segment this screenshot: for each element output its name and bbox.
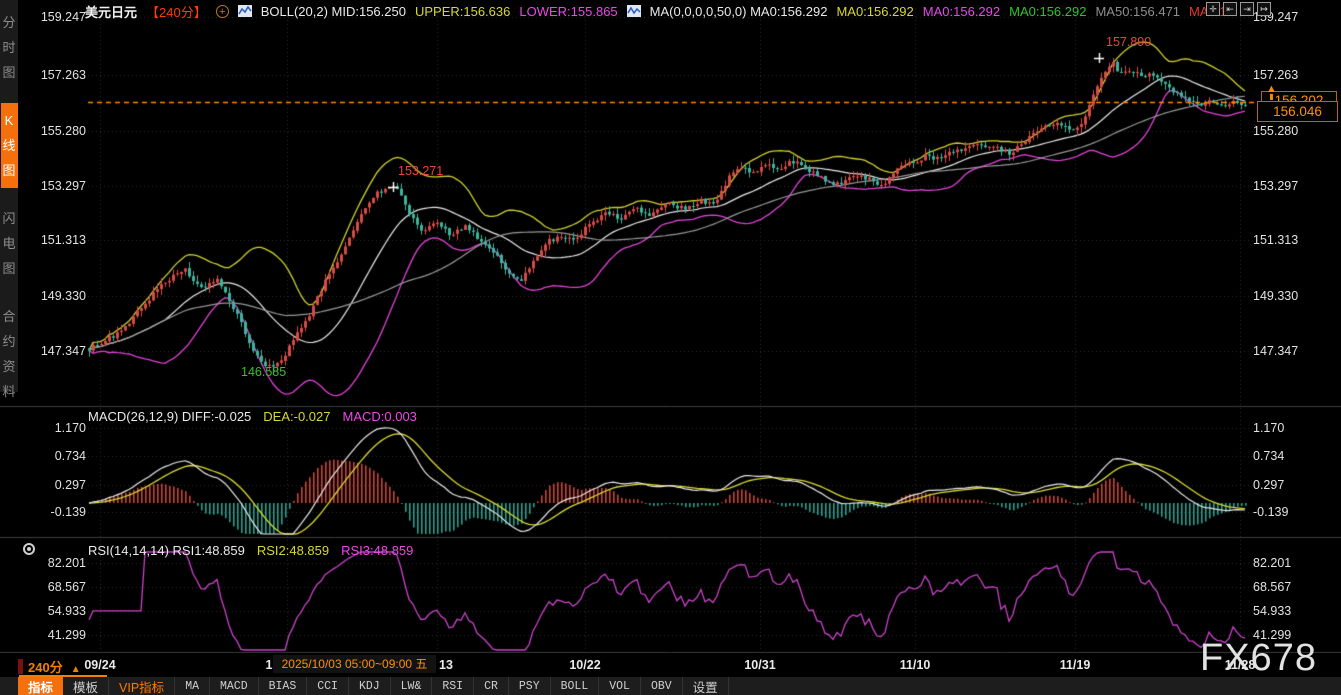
rsi-axis-label-right: 68.567 bbox=[1253, 580, 1291, 594]
ma-yellow-value: MA0:156.292 bbox=[836, 4, 913, 19]
rsi-axis-label-right: 54.933 bbox=[1253, 604, 1291, 618]
price-annotation: 157.890 bbox=[1106, 35, 1151, 49]
ma-white-value: MA(0,0,0,0,50,0) MA0:156.292 bbox=[650, 4, 828, 19]
price-axis-label-left: 159.247 bbox=[28, 10, 86, 24]
time-axis-label: 10/31 bbox=[744, 658, 775, 672]
rsi-axis-label-left: 82.201 bbox=[28, 556, 86, 570]
timeframe-marker bbox=[18, 659, 23, 674]
time-axis: 240分▲ 09/2411310/2210/3111/1011/1911/28 … bbox=[0, 653, 1341, 677]
price-annotation: 153.271 bbox=[398, 164, 443, 178]
time-axis-label: 10/22 bbox=[569, 658, 600, 672]
macd-dea-value: DEA:-0.027 bbox=[263, 409, 330, 424]
toolbar-item-boll[interactable]: BOLL bbox=[551, 677, 600, 695]
macd-axis-label-right: 0.734 bbox=[1253, 449, 1284, 463]
price-axis-label-right: 157.263 bbox=[1253, 68, 1298, 82]
boll-indicator-icon bbox=[238, 5, 252, 17]
chevron-up-icon: ▲ bbox=[71, 664, 81, 675]
sidebar-item-flash-chart[interactable]: 闪电图 bbox=[1, 201, 18, 286]
price-axis-label-right: 149.330 bbox=[1253, 289, 1298, 303]
rsi-axis-label-left: 41.299 bbox=[28, 628, 86, 642]
macd-axis-label-left: 0.297 bbox=[28, 478, 86, 492]
ma-green-value: MA0:156.292 bbox=[1009, 4, 1086, 19]
toolbar-item-kdj[interactable]: KDJ bbox=[349, 677, 391, 695]
sidebar-item-time-chart[interactable]: 分时图 bbox=[1, 5, 18, 90]
toolbar-item-macd[interactable]: MACD bbox=[210, 677, 259, 695]
rsi-axis-label-left: 68.567 bbox=[28, 580, 86, 594]
macd-macd-value: MACD:0.003 bbox=[342, 409, 416, 424]
timeframe-selector[interactable]: 240分▲ bbox=[28, 657, 81, 676]
add-indicator-icon[interactable]: + bbox=[216, 5, 229, 18]
jump-to-latest-icon[interactable]: ↦ bbox=[1257, 2, 1271, 16]
indicator-toolbar: 指标模板VIP指标MAMACDBIASCCIKDJLW&RSICRPSYBOLL… bbox=[0, 677, 1341, 695]
zoom-out-axis-icon[interactable]: ⇤ bbox=[1223, 2, 1237, 16]
toolbar-item-psy[interactable]: PSY bbox=[509, 677, 551, 695]
sidebar-item-kline-chart[interactable]: K线图 bbox=[1, 103, 18, 188]
toolbar-item-obv[interactable]: OBV bbox=[641, 677, 683, 695]
macd-axis-label-right: -0.139 bbox=[1253, 505, 1288, 519]
indicator-settings-icon[interactable] bbox=[23, 543, 35, 555]
boll-lower-value: LOWER:155.865 bbox=[519, 4, 617, 19]
chart-header: 美元日元 【240分】 + BOLL(20,2) MID:156.250 UPP… bbox=[85, 2, 1227, 20]
toolbar-item-vol[interactable]: VOL bbox=[599, 677, 641, 695]
rsi1-value: RSI(14,14,14) RSI1:48.859 bbox=[88, 543, 245, 558]
price-up-arrow-icon: ▲▮ bbox=[1266, 84, 1277, 99]
macd-panel-header: MACD(26,12,9) DIFF:-0.025 DEA:-0.027 MAC… bbox=[88, 409, 417, 424]
toolbar-item-bias[interactable]: BIAS bbox=[259, 677, 308, 695]
toolbar-item-ma[interactable]: MA bbox=[175, 677, 210, 695]
toolbar-item-vip-indicators[interactable]: VIP指标 bbox=[109, 677, 175, 695]
window-controls: ✛⇤⇥↦ bbox=[1206, 2, 1271, 16]
toolbar-item-cci[interactable]: CCI bbox=[307, 677, 349, 695]
macd-diff-value: MACD(26,12,9) DIFF:-0.025 bbox=[88, 409, 251, 424]
boll-upper-value: UPPER:156.636 bbox=[415, 4, 510, 19]
rsi3-value: RSI3:48.859 bbox=[341, 543, 413, 558]
rsi-axis-label-right: 82.201 bbox=[1253, 556, 1291, 570]
toolbar-item-indicators[interactable]: 指标 bbox=[18, 677, 63, 695]
chart-canvas[interactable] bbox=[0, 0, 1341, 695]
symbol-name: 美元日元 bbox=[85, 2, 137, 21]
crosshair-date-tooltip: 2025/10/03 05:00~09:00 五 bbox=[273, 655, 436, 673]
sidebar-item-contract-info[interactable]: 合约资料 bbox=[1, 299, 18, 409]
fx678-watermark: FX678 bbox=[1200, 637, 1317, 680]
price-axis-label-left: 153.297 bbox=[28, 179, 86, 193]
price-axis-label-left: 157.263 bbox=[28, 68, 86, 82]
price-axis-label-left: 151.313 bbox=[28, 233, 86, 247]
time-axis-label: 09/24 bbox=[84, 658, 115, 672]
macd-axis-label-right: 1.170 bbox=[1253, 421, 1284, 435]
price-annotation: 146.585 bbox=[241, 365, 286, 379]
rsi2-value: RSI2:48.859 bbox=[257, 543, 329, 558]
price-axis-label-right: 151.313 bbox=[1253, 233, 1298, 247]
toolbar-item-lwr[interactable]: LW& bbox=[391, 677, 433, 695]
price-axis-label-right: 147.347 bbox=[1253, 344, 1298, 358]
pan-tool-icon[interactable]: ✛ bbox=[1206, 2, 1220, 16]
time-axis-label: 13 bbox=[439, 658, 453, 672]
price-axis-label-right: 155.280 bbox=[1253, 124, 1298, 138]
time-axis-label: 11/19 bbox=[1060, 658, 1091, 672]
price-axis-label-left: 149.330 bbox=[28, 289, 86, 303]
toolbar-item-rsi[interactable]: RSI bbox=[432, 677, 474, 695]
ma-magenta-value: MA0:156.292 bbox=[923, 4, 1000, 19]
boll-mid-value: BOLL(20,2) MID:156.250 bbox=[261, 4, 406, 19]
toolbar-item-templates[interactable]: 模板 bbox=[63, 677, 109, 695]
ma50-value: MA50:156.471 bbox=[1095, 4, 1180, 19]
macd-axis-label-right: 0.297 bbox=[1253, 478, 1284, 492]
macd-axis-label-left: -0.139 bbox=[28, 505, 86, 519]
price-tag-current: 156.046 bbox=[1257, 101, 1338, 122]
period-label: 【240分】 bbox=[146, 2, 207, 21]
time-axis-label: 11/10 bbox=[900, 658, 931, 672]
price-axis-label-left: 147.347 bbox=[28, 344, 86, 358]
chart-type-sidebar: 分时图 K线图 闪电图 合约资料 bbox=[0, 0, 18, 392]
toolbar-item-settings[interactable]: 设置 bbox=[683, 677, 729, 695]
rsi-axis-label-left: 54.933 bbox=[28, 604, 86, 618]
toolbar-item-cr[interactable]: CR bbox=[474, 677, 509, 695]
price-axis-label-right: 153.297 bbox=[1253, 179, 1298, 193]
price-axis-label-left: 155.280 bbox=[28, 124, 86, 138]
time-axis-label: 1 bbox=[266, 658, 273, 672]
macd-axis-label-left: 1.170 bbox=[28, 421, 86, 435]
macd-axis-label-left: 0.734 bbox=[28, 449, 86, 463]
app-root: 美元日元 【240分】 + BOLL(20,2) MID:156.250 UPP… bbox=[0, 0, 1341, 695]
ma-indicator-icon bbox=[627, 5, 641, 17]
rsi-panel-header: RSI(14,14,14) RSI1:48.859 RSI2:48.859 RS… bbox=[88, 543, 413, 558]
zoom-in-axis-icon[interactable]: ⇥ bbox=[1240, 2, 1254, 16]
